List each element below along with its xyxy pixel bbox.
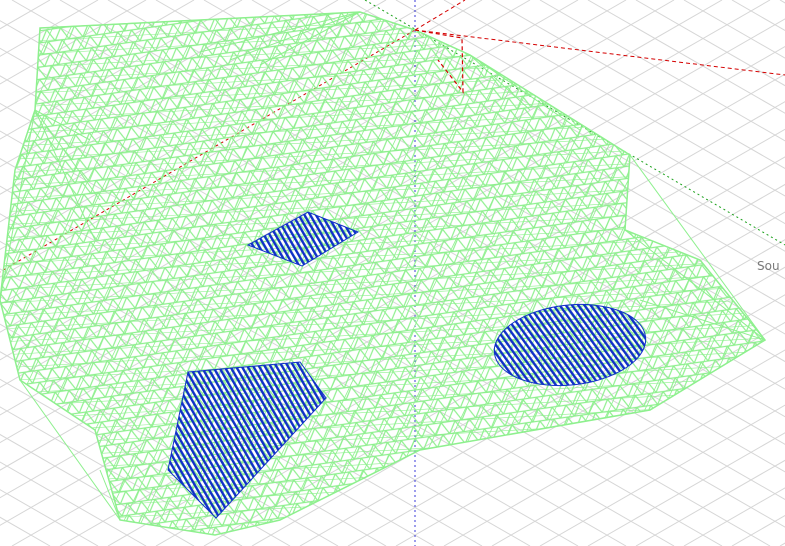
ground-grid-line [731,0,785,32]
3d-viewport[interactable]: Sou [0,0,785,546]
mesh-edge [0,12,765,18]
ground-grid-line [779,542,785,546]
scene-canvas[interactable] [0,0,785,546]
compass-direction-label: Sou [757,259,780,273]
ground-grid-line [731,514,785,546]
ground-grid-line [779,0,785,4]
mesh-edge [705,12,765,535]
terrain-mesh[interactable] [0,0,785,546]
